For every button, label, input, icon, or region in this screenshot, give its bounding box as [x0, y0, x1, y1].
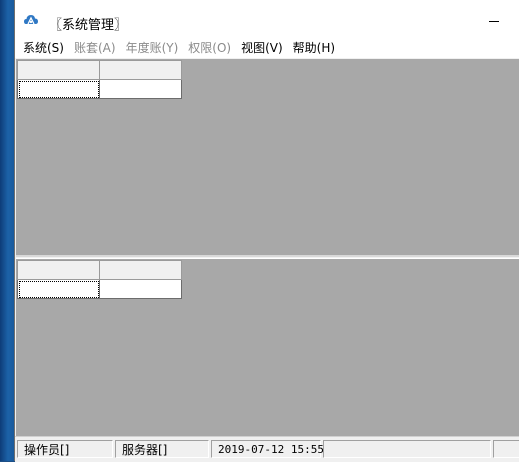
bottom-grid-header-cell[interactable] [17, 260, 100, 280]
minimize-icon[interactable] [484, 9, 504, 29]
status-bar: 操作员[] 服务器[] 2019-07-12 15:55 [15, 436, 519, 462]
system-management-window: 〖系统管理〗 系统(S) 账套(A) 年度账(Y) 权限(O) 视图(V) 帮助… [14, 0, 519, 462]
title-bar[interactable]: 〖系统管理〗 [15, 0, 519, 38]
top-grid-cell-selected[interactable] [17, 79, 100, 99]
status-datetime: 2019-07-12 15:55 [211, 440, 324, 458]
status-server: 服务器[] [115, 440, 209, 458]
top-grid[interactable] [17, 60, 182, 99]
window-title: 〖系统管理〗 [49, 18, 128, 33]
menu-system[interactable]: 系统(S) [18, 38, 69, 58]
bottom-grid-cell-selected[interactable] [17, 279, 100, 299]
status-end [493, 440, 519, 458]
status-empty [323, 440, 491, 458]
menu-permissions[interactable]: 权限(O) [183, 38, 236, 58]
top-grid-cell[interactable] [99, 79, 182, 99]
bottom-grid-header-cell[interactable] [99, 260, 182, 280]
menu-annual-account[interactable]: 年度账(Y) [121, 38, 184, 58]
menu-account-set[interactable]: 账套(A) [69, 38, 121, 58]
top-grid-header-cell[interactable] [99, 60, 182, 80]
bottom-grid-pane[interactable] [16, 258, 519, 436]
menu-help[interactable]: 帮助(H) [288, 38, 340, 58]
bottom-grid-cell[interactable] [99, 279, 182, 299]
menu-view[interactable]: 视图(V) [236, 38, 288, 58]
status-operator: 操作员[] [17, 440, 113, 458]
bottom-grid[interactable] [17, 260, 182, 299]
top-grid-header-cell[interactable] [17, 60, 100, 80]
cloud-app-icon [24, 15, 38, 25]
menu-bar: 系统(S) 账套(A) 年度账(Y) 权限(O) 视图(V) 帮助(H) [15, 38, 519, 58]
top-grid-pane[interactable] [16, 59, 519, 257]
